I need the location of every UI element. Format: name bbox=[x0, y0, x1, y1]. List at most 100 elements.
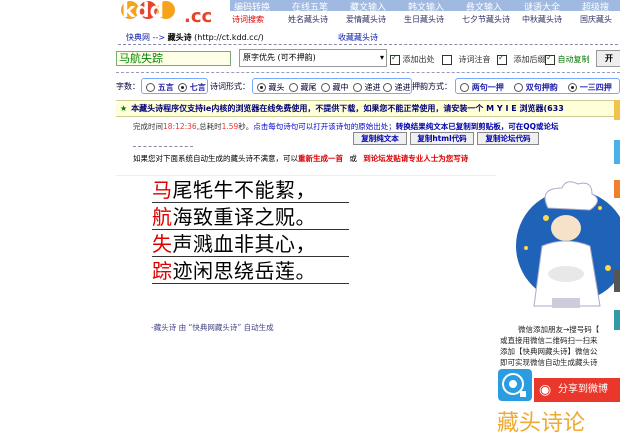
favorite-link[interactable]: 收藏藏头诗 bbox=[338, 32, 378, 43]
breadcrumb: 快典网 --> 藏头诗 (http://ct.kdd.cc/) 收藏藏头诗 bbox=[118, 32, 618, 45]
rhyme-group: 两句一押 双句押韵 一三四押 bbox=[455, 78, 620, 94]
chef-illustration[interactable] bbox=[496, 178, 620, 322]
poem-rest: 尾牦牛不能絜， bbox=[172, 178, 316, 202]
top-nav-item[interactable]: 在线五笔 bbox=[292, 0, 328, 13]
top-nav-item[interactable]: 韩文输入 bbox=[408, 0, 444, 13]
radio[interactable] bbox=[321, 83, 330, 92]
section-title: 藏头诗论 bbox=[497, 411, 586, 436]
radio-7[interactable]: 七言 bbox=[178, 82, 206, 93]
option-label: 诗词注音 bbox=[458, 55, 491, 64]
poem-rest: 海致重译之贶。 bbox=[172, 205, 316, 229]
radio-label: 两句一押 bbox=[471, 83, 504, 92]
option-suffix[interactable]: 添加后缀 bbox=[497, 53, 546, 65]
divider bbox=[152, 283, 349, 284]
hint-text: 如果您对下面系统自动生成的藏头诗不满意，可以 bbox=[133, 154, 298, 163]
sub-nav-item[interactable]: 生日藏头诗 bbox=[404, 14, 444, 25]
top-nav-item[interactable]: 谜语大全 bbox=[524, 0, 560, 13]
breadcrumb-url: (http://ct.kdd.cc/) bbox=[194, 33, 264, 42]
kdd-logo[interactable]: kdd .cc bbox=[118, 0, 226, 26]
status-total: ,总耗时 bbox=[196, 122, 222, 131]
share-weibo-button[interactable]: ◉ 分享到微博 bbox=[534, 378, 620, 402]
copy-forum-button[interactable]: 复制论坛代码 bbox=[477, 132, 539, 145]
breadcrumb-arrow: --> bbox=[152, 33, 166, 42]
radio-tail[interactable]: 藏尾 bbox=[289, 82, 317, 93]
sub-nav-item[interactable]: 中秋藏头诗 bbox=[522, 14, 562, 25]
radio[interactable] bbox=[383, 83, 392, 92]
radio-progressive-2[interactable]: 递进 bbox=[383, 82, 411, 93]
forum-link[interactable]: 到论坛发贴请专业人士为您写诗 bbox=[363, 154, 468, 163]
radio[interactable] bbox=[146, 83, 155, 92]
divider bbox=[152, 202, 349, 203]
poem-first-char: 失 bbox=[152, 232, 173, 256]
notice-text: 本藏头诗程序仅支持ie内核的浏览器在线免费使用，不提供下载，如果您不能正常使用，… bbox=[131, 104, 564, 113]
option-pinyin[interactable]: 诗词注音 bbox=[442, 54, 491, 65]
radio-5[interactable]: 五言 bbox=[146, 82, 174, 93]
radio[interactable] bbox=[257, 83, 266, 92]
radio[interactable] bbox=[289, 83, 298, 92]
divider bbox=[133, 146, 193, 147]
checkbox[interactable] bbox=[442, 54, 452, 65]
option-autocopy[interactable]: 自动复制 bbox=[545, 53, 590, 65]
char-count-label: 字数： bbox=[116, 82, 140, 91]
hint-line: 如果您对下面系统自动生成的藏头诗不满意，可以重新生成一首 或 到论坛发贴请专业人… bbox=[133, 153, 468, 164]
radio[interactable] bbox=[568, 83, 577, 92]
rhyme-label: 押韵方式： bbox=[412, 82, 452, 91]
sub-nav-item[interactable]: 爱情藏头诗 bbox=[346, 14, 386, 25]
option-label: 自动复制 bbox=[557, 55, 590, 64]
radio-label: 一三四押 bbox=[579, 83, 612, 92]
poem-line[interactable]: 航海致重译之贶。 bbox=[152, 205, 316, 229]
char-count-group: 五言 七言 bbox=[141, 78, 208, 94]
copy-html-button[interactable]: 复制html代码 bbox=[410, 132, 474, 145]
name-input[interactable]: 马航失踪 bbox=[116, 51, 231, 66]
divider bbox=[152, 229, 349, 230]
poem-line[interactable]: 马尾牦牛不能絜， bbox=[152, 178, 316, 202]
sub-nav: 诗词搜索 姓名藏头诗 爱情藏头诗 生日藏头诗 七夕节藏头诗 中秋藏头诗 国庆藏头 bbox=[232, 14, 620, 26]
radio-label: 藏中 bbox=[332, 83, 349, 92]
regenerate-link[interactable]: 重新生成一首 bbox=[298, 154, 343, 163]
poem-rest: 迹闲思绕岳莲。 bbox=[172, 259, 316, 283]
mode-select[interactable]: 原字优先 (可不押韵) ▾ bbox=[239, 49, 387, 67]
radio-head[interactable]: 藏头 bbox=[257, 82, 285, 93]
radio-progressive[interactable]: 递进 bbox=[353, 82, 381, 93]
top-nav-item[interactable]: 藏文输入 bbox=[350, 0, 386, 13]
wechat-qr-icon[interactable] bbox=[498, 369, 532, 401]
mode-select-value: 原字优先 (可不押韵) bbox=[243, 53, 316, 62]
sub-nav-item[interactable]: 诗词搜索 bbox=[232, 14, 264, 25]
status-prefix: 完成时间 bbox=[133, 122, 163, 131]
radio[interactable] bbox=[514, 83, 523, 92]
checkbox[interactable] bbox=[390, 53, 400, 65]
top-nav-item[interactable]: 超级搜 bbox=[582, 0, 609, 13]
radio-rhyme-134[interactable]: 一三四押 bbox=[568, 82, 612, 93]
copy-text-button[interactable]: 复制纯文本 bbox=[353, 132, 407, 145]
sub-nav-item[interactable]: 国庆藏头 bbox=[580, 14, 612, 25]
poem-line[interactable]: 失声溅血非其心， bbox=[152, 232, 316, 256]
status-line: 完成时间18:12:36,总耗时1.59秒。点击每句诗句可以打开该诗句的原始出处… bbox=[133, 121, 559, 132]
radio-rhyme-2[interactable]: 两句一押 bbox=[460, 82, 504, 93]
status-tip2: 转换结果纯文本已复制到剪贴板，可在QQ或论坛 bbox=[395, 122, 559, 131]
checkbox[interactable] bbox=[545, 53, 555, 65]
poem-line[interactable]: 踪迹闲思绕岳莲。 bbox=[152, 259, 316, 283]
radio[interactable] bbox=[460, 83, 469, 92]
breadcrumb-home[interactable]: 快典网 bbox=[126, 33, 150, 42]
form-label: 诗词形式： bbox=[210, 82, 250, 91]
radio-middle[interactable]: 藏中 bbox=[321, 82, 349, 93]
sub-nav-item[interactable]: 七夕节藏头诗 bbox=[462, 14, 510, 25]
option-source[interactable]: 添加出处 bbox=[390, 53, 435, 65]
radio-label: 递进 bbox=[364, 83, 381, 92]
status-unit: 秒。 bbox=[238, 122, 254, 131]
side-ad-strip bbox=[614, 100, 620, 330]
sub-nav-item[interactable]: 姓名藏头诗 bbox=[288, 14, 328, 25]
divider bbox=[152, 256, 349, 257]
radio[interactable] bbox=[353, 83, 362, 92]
poem-first-char: 马 bbox=[152, 178, 173, 202]
ad-line: 添加【快典网藏头诗】微信公 bbox=[500, 347, 598, 356]
radio[interactable] bbox=[178, 83, 187, 92]
top-nav-item[interactable]: 彝文输入 bbox=[466, 0, 502, 13]
ad-line: 即可实现微信自动生成藏头诗 bbox=[500, 358, 598, 367]
star-icon: ★ bbox=[120, 104, 128, 113]
radio-rhyme-double[interactable]: 双句押韵 bbox=[514, 82, 558, 93]
weibo-icon: ◉ bbox=[539, 382, 552, 398]
top-nav-item[interactable]: 编码转换 bbox=[234, 0, 270, 13]
poem-first-char: 踪 bbox=[152, 259, 173, 283]
checkbox[interactable] bbox=[497, 53, 507, 65]
